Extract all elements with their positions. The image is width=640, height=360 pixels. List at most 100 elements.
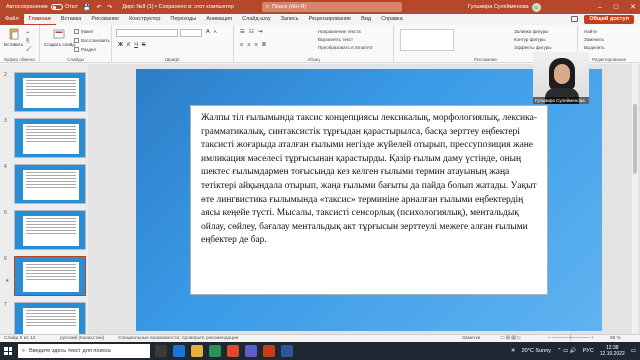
tab-animations[interactable]: Анимация	[201, 14, 237, 25]
shape-effects-button[interactable]: Эффекты фигуры	[514, 45, 552, 50]
thumbnail-number: 3	[4, 118, 7, 124]
numbering-icon[interactable]: ☷	[249, 29, 254, 35]
tab-help[interactable]: Справка	[376, 14, 408, 25]
bold-button[interactable]: Ж	[118, 42, 123, 48]
new-slide-button[interactable]: Создать слайд	[44, 28, 75, 47]
font-name-combo[interactable]	[116, 29, 178, 37]
bullets-icon[interactable]: ☰	[240, 29, 245, 35]
slide-text-box[interactable]: Жалпы тіл ғылымында таксис концепциясы л…	[190, 105, 548, 295]
tab-file[interactable]: Файл	[0, 14, 24, 25]
paste-icon	[9, 28, 18, 40]
new-slide-label: Создать слайд	[44, 42, 75, 47]
replace-button[interactable]: Заменить	[584, 37, 604, 42]
format-painter-icon[interactable]: 🖌	[26, 46, 32, 52]
system-tray: ☀ 20°C Sunny ⌃ ▭ 🔊 РУС 12:38 12.10.2022 …	[511, 342, 636, 360]
taskbar-search[interactable]: ⌕ Введите здесь текст для поиска	[18, 344, 150, 358]
thumbnail-number: 4	[4, 164, 7, 170]
strikethrough-button[interactable]: S	[142, 42, 146, 48]
font-size-combo[interactable]	[180, 29, 202, 37]
indent-icon[interactable]: ⇥	[258, 29, 263, 35]
tab-insert[interactable]: Вставка	[56, 14, 86, 25]
language-indicator[interactable]: русский (Казахстан)	[60, 336, 104, 341]
paste-button[interactable]: Вставить	[4, 28, 23, 47]
paragraph-group: ☰ ☷ ⇥ ≡ ≡ ≡ ≣ Направление текста Выровня…	[234, 25, 394, 63]
store-icon[interactable]	[209, 345, 221, 357]
weather-icon[interactable]: ☀	[511, 348, 516, 354]
shape-fill-button[interactable]: Заливка фигуры	[514, 29, 548, 34]
tab-draw[interactable]: Рисование	[86, 14, 124, 25]
zoom-slider[interactable]: – ─────┼───── +	[548, 336, 594, 341]
tray-icons[interactable]: ⌃ ▭ 🔊	[557, 348, 577, 354]
italic-button[interactable]: К	[127, 42, 130, 48]
tab-view[interactable]: Вид	[356, 14, 376, 25]
quick-access-icons[interactable]: 💾 ↶ ↷	[83, 4, 114, 11]
current-slide[interactable]: Жалпы тіл ғылымында таксис концепциясы л…	[136, 69, 602, 331]
minimize-icon[interactable]: –	[598, 4, 602, 11]
layout-button[interactable]: Макет	[74, 29, 94, 34]
reset-button[interactable]: Восстановить	[74, 38, 110, 43]
slide-thumbnail[interactable]: 3	[4, 118, 88, 162]
section-label: Раздел	[81, 47, 96, 52]
close-icon[interactable]: ✕	[630, 3, 636, 11]
align-center-icon[interactable]: ≡	[247, 42, 250, 48]
decrease-font-icon[interactable]: A	[214, 29, 217, 35]
notes-button[interactable]: Заметки	[462, 336, 480, 341]
underline-button[interactable]: Ч	[134, 42, 138, 48]
align-left-icon[interactable]: ≡	[240, 42, 243, 48]
view-buttons[interactable]: ▭ ⊞ ▤ ▷	[500, 336, 521, 341]
weather-text[interactable]: 20°C Sunny	[522, 348, 551, 354]
tab-transitions[interactable]: Переходы	[165, 14, 201, 25]
accessibility-status[interactable]: Специальные возможности: проверьте реком…	[118, 336, 238, 341]
zoom-level[interactable]: 86 %	[610, 336, 621, 341]
title-bar: Автосохранение Откл 💾 ↶ ↷ Дирс №8 (1) • …	[0, 0, 640, 14]
tab-slideshow[interactable]: Слайд-шоу	[237, 14, 276, 25]
language-indicator-tray[interactable]: РУС	[583, 348, 594, 354]
section-button[interactable]: Раздел	[74, 47, 96, 52]
cut-icon[interactable]: ✂	[26, 30, 30, 36]
user-account[interactable]: Гульмира Сулейменова ГС	[468, 0, 541, 14]
align-right-icon[interactable]: ≡	[254, 42, 257, 48]
vertical-scrollbar[interactable]	[632, 64, 638, 334]
comments-icon[interactable]	[571, 16, 578, 22]
thumbnail-preview	[14, 164, 86, 204]
chrome-icon[interactable]	[227, 345, 239, 357]
share-button[interactable]: Общий доступ	[584, 15, 634, 24]
align-text-button[interactable]: Выровнять текст	[318, 37, 353, 42]
copy-icon[interactable]: ⎘	[26, 38, 30, 43]
clock[interactable]: 12:38 12.10.2022	[600, 345, 625, 357]
maximize-icon[interactable]: □	[614, 4, 618, 11]
shape-outline-button[interactable]: Контур фигуры	[514, 37, 545, 42]
slide-thumbnail[interactable]: 7	[4, 302, 88, 334]
select-button[interactable]: Выделить	[584, 45, 605, 50]
text-direction-button[interactable]: Направление текста	[318, 29, 361, 34]
tab-review[interactable]: Рецензирование	[304, 14, 356, 25]
search-box[interactable]: ⌕ Поиск (Alt+Я)	[262, 2, 402, 12]
smartart-button[interactable]: Преобразовать в SmartArt	[318, 45, 373, 50]
powerpoint-icon[interactable]	[263, 345, 275, 357]
thumbnail-preview	[14, 302, 86, 334]
notifications-icon[interactable]: ▭	[631, 348, 636, 354]
justify-icon[interactable]: ≣	[262, 42, 267, 48]
scrollbar-thumb[interactable]	[633, 104, 637, 174]
slide-thumbnail[interactable]: 2	[4, 72, 88, 116]
teams-icon[interactable]	[245, 345, 257, 357]
tab-design[interactable]: Конструктор	[124, 14, 165, 25]
find-button[interactable]: Найти	[584, 29, 597, 34]
slide-thumbnail[interactable]: 4	[4, 164, 88, 208]
edge-icon[interactable]	[173, 345, 185, 357]
slides-group: Создать слайд Макет Восстановить Раздел …	[40, 25, 112, 63]
search-placeholder: Поиск (Alt+Я)	[272, 4, 307, 10]
start-button[interactable]	[4, 347, 12, 355]
autosave-state: Откл	[64, 4, 78, 10]
shapes-gallery[interactable]	[400, 29, 454, 51]
tab-home[interactable]: Главная	[23, 14, 56, 25]
task-view-icon[interactable]	[155, 345, 167, 357]
increase-font-icon[interactable]: A	[206, 29, 210, 35]
autosave-toggle[interactable]	[50, 4, 63, 10]
file-explorer-icon[interactable]	[191, 345, 203, 357]
slide-thumbnail[interactable]: 5	[4, 210, 88, 254]
avatar[interactable]: ГС	[531, 2, 541, 12]
slide-thumbnail-selected[interactable]: 6 ★	[4, 256, 88, 300]
tab-record[interactable]: Запись	[276, 14, 304, 25]
word-icon[interactable]	[281, 345, 293, 357]
